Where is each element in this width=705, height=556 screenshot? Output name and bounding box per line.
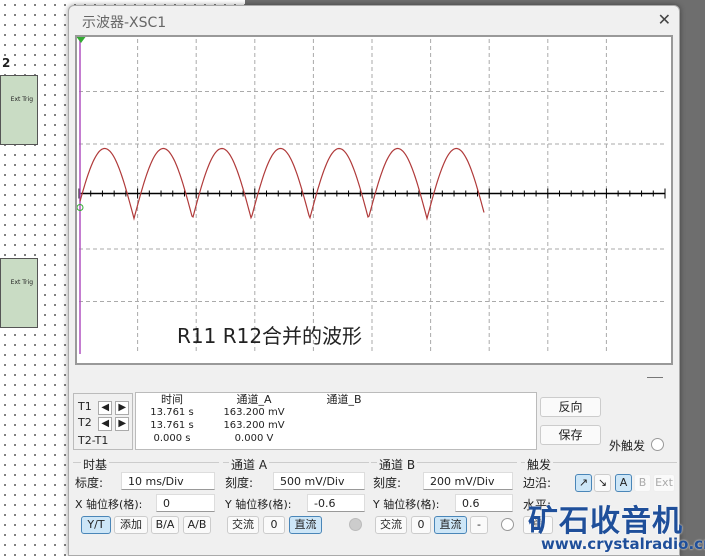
ext-trig-label: Ext Trig [10, 96, 33, 103]
channel-a-ypos-input[interactable]: -0.6 [307, 494, 365, 512]
delta-time: 0.000 s [153, 433, 191, 444]
header-time: 时间 [161, 393, 183, 406]
channel-b-title: 通道 B [377, 456, 418, 473]
channel-a-trace [79, 147, 485, 221]
cursor-controls: T1 ◀ ▶ T2 ◀ ▶ T2-T1 [73, 393, 133, 450]
channel-a-dc-button[interactable]: 直流 [289, 516, 322, 534]
channel-a-ac-button[interactable]: 交流 [227, 516, 259, 534]
trigger-edge-label: 边沿: [523, 476, 552, 490]
t2-right-arrow-icon[interactable]: ▶ [115, 417, 130, 431]
t2-time: 13.761 s [150, 420, 194, 431]
scope-screen: R11 R12合并的波形 [75, 35, 673, 365]
component-label: 2 [2, 56, 11, 70]
channel-a-ypos-label: Y 轴位移(格): [225, 498, 292, 511]
channel-a-zero-button[interactable]: 0 [263, 516, 285, 534]
channel-a-title: 通道 A [229, 456, 270, 473]
t2-channel-a: 163.200 mV [223, 420, 285, 431]
channel-b-dc-button[interactable]: 直流 [434, 516, 467, 534]
trigger-source-a[interactable]: A [615, 474, 632, 492]
channel-b-ac-button[interactable]: 交流 [375, 516, 407, 534]
scope-component-1[interactable]: Ext Trig [0, 75, 38, 145]
screen-caption: R11 R12合并的波形 [177, 324, 363, 348]
scope-component-2[interactable]: Ext Trig [0, 258, 38, 328]
cursor-marker-icon [77, 37, 86, 43]
t1-left-arrow-icon[interactable]: ◀ [98, 401, 113, 415]
minimize-bar[interactable] [647, 377, 663, 378]
oscilloscope-window: 示波器-XSC1 ✕ R11 R12合并的波形 T1 ◀ ▶ T2 ◀ ▶ T2-T… [68, 5, 680, 556]
channel-a-scale-label: 刻度: [225, 476, 254, 490]
watermark-logo: 矿石收音机 [528, 504, 683, 539]
rising-edge-icon[interactable]: ↗ [575, 474, 592, 492]
t2-label: T2 [78, 416, 92, 429]
t1-right-arrow-icon[interactable]: ▶ [115, 401, 130, 415]
delta-channel-a: 0.000 V [234, 433, 274, 444]
channel-b-ypos-input[interactable]: 0.6 [455, 494, 513, 512]
timebase-scale-input[interactable]: 10 ms/Div [121, 472, 215, 490]
reverse-button[interactable]: 反向 [540, 397, 601, 417]
channel-a-scale-input[interactable]: 500 mV/Div [273, 472, 365, 490]
t1-label: T1 [78, 400, 92, 413]
channel-b-terminal[interactable] [501, 518, 514, 531]
channel-b-zero-button[interactable]: 0 [411, 516, 431, 534]
t1-time: 13.761 s [150, 407, 194, 418]
timebase-group: 时基 标度: 10 ms/Div X 轴位移(格): 0 Y/T 添加 B/A … [73, 456, 219, 537]
mode-ab-button[interactable]: A/B [183, 516, 211, 534]
channel-a-group: 通道 A 刻度: 500 mV/Div Y 轴位移(格): -0.6 交流 0 … [223, 456, 369, 537]
x-position-input[interactable]: 0 [156, 494, 215, 512]
close-icon[interactable]: ✕ [658, 10, 671, 29]
ext-trigger-terminal[interactable] [651, 438, 664, 451]
measurement-readout: 时间 通道_A 通道_B 13.761 s 163.200 mV 13.761 … [135, 392, 537, 450]
falling-edge-icon[interactable]: ↘ [594, 474, 611, 492]
ext-trigger-label: 外触发 [609, 439, 646, 453]
mode-yt-button[interactable]: Y/T [81, 516, 111, 534]
timebase-title: 时基 [81, 456, 110, 473]
scope-plot [77, 37, 666, 354]
trigger-source-b[interactable]: B [634, 474, 651, 492]
channel-a-terminal[interactable] [349, 518, 362, 531]
window-title: 示波器-XSC1 [82, 15, 167, 31]
t1-channel-a: 163.200 mV [223, 407, 285, 418]
x-position-label: X 轴位移(格): [75, 498, 143, 511]
watermark-url: www.crystalradio.cn [541, 535, 705, 553]
mode-add-button[interactable]: 添加 [114, 516, 148, 534]
timebase-scale-label: 标度: [75, 476, 104, 490]
header-channel-a: 通道_A [236, 393, 272, 406]
mode-ba-button[interactable]: B/A [151, 516, 179, 534]
channel-b-group: 通道 B 刻度: 200 mV/Div Y 轴位移(格): 0.6 交流 0 直… [371, 456, 517, 537]
channel-b-scale-input[interactable]: 200 mV/Div [423, 472, 513, 490]
trigger-title: 触发 [525, 456, 554, 473]
channel-b-minus-button[interactable]: - [470, 516, 488, 534]
header-channel-b: 通道_B [326, 393, 362, 406]
t2-t1-label: T2-T1 [78, 434, 109, 447]
t2-left-arrow-icon[interactable]: ◀ [98, 417, 113, 431]
channel-b-scale-label: 刻度: [373, 476, 402, 490]
trigger-source-ext[interactable]: Ext [653, 474, 675, 492]
channel-b-ypos-label: Y 轴位移(格): [373, 498, 440, 511]
save-button[interactable]: 保存 [540, 425, 601, 445]
ext-trig-label: Ext Trig [10, 279, 33, 286]
